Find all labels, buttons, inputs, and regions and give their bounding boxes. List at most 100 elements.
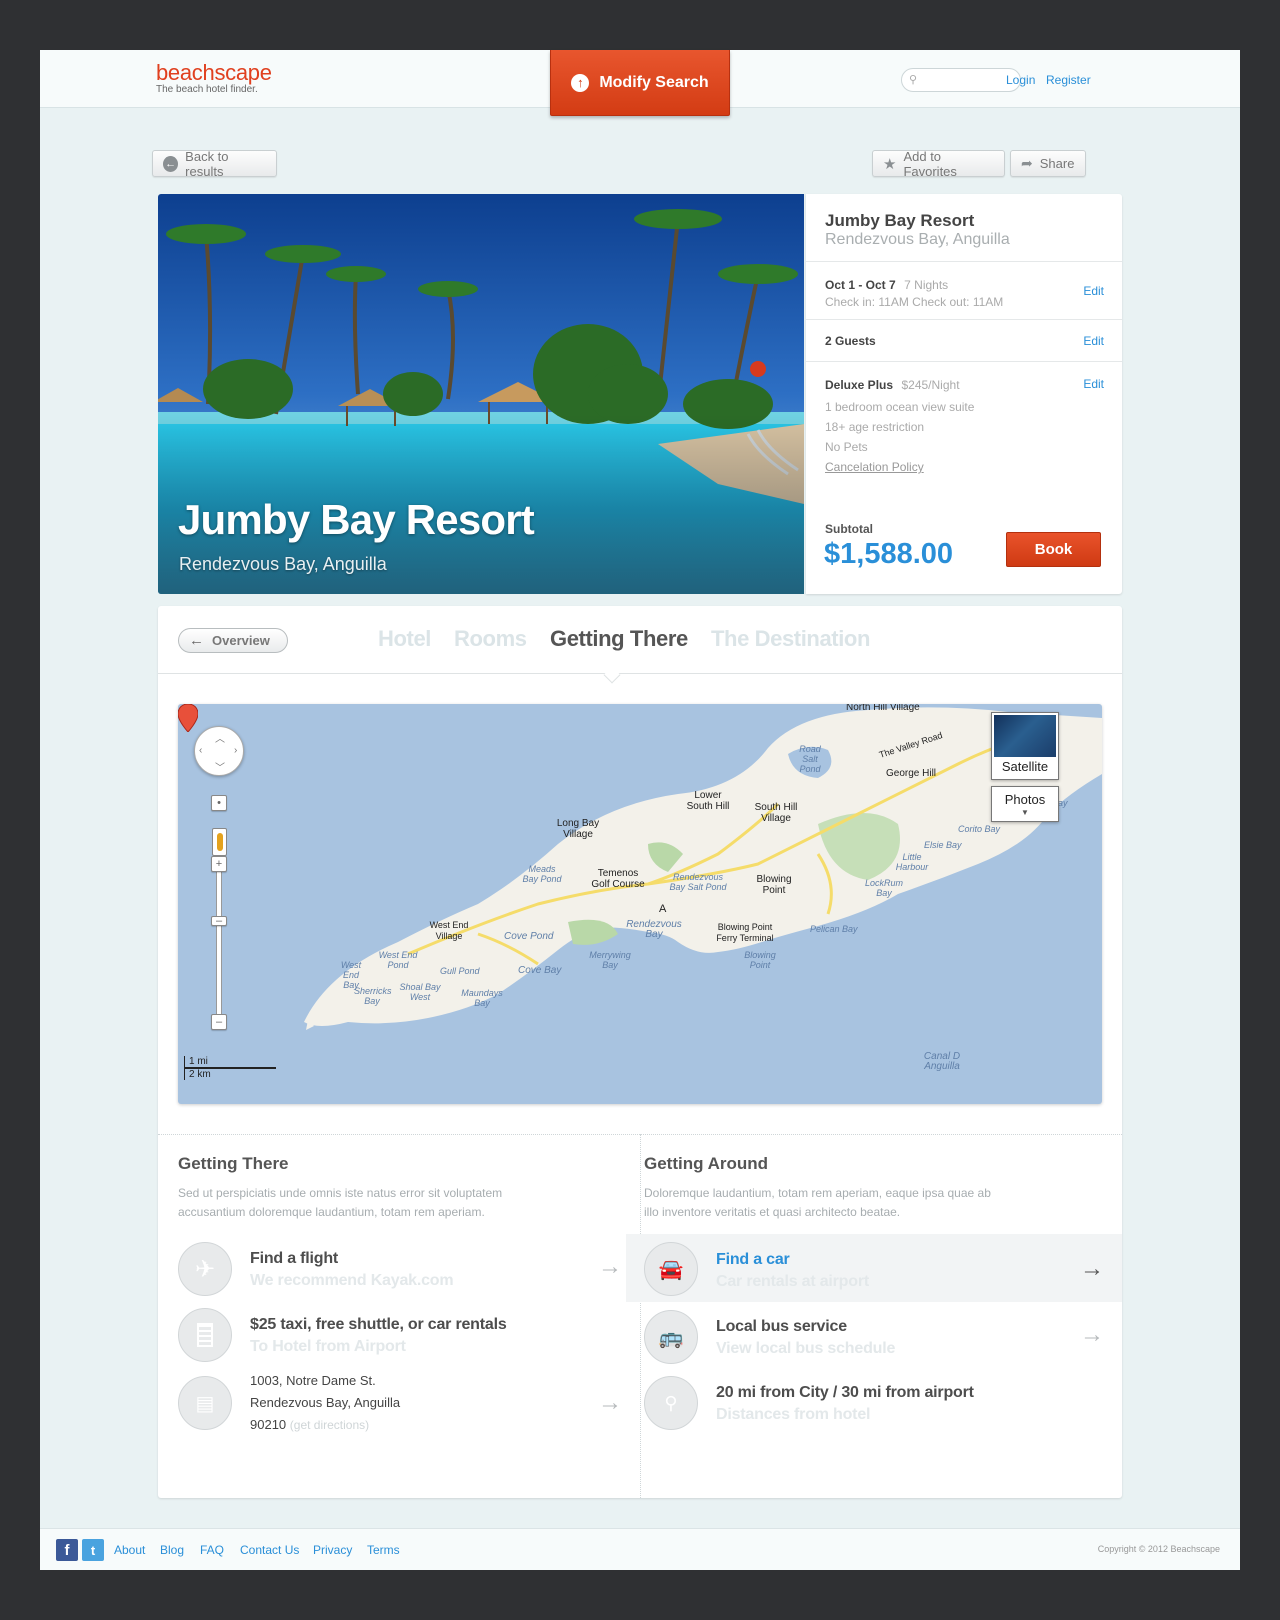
add-to-favorites-button[interactable]: ★ Add to Favorites xyxy=(872,148,1005,179)
star-icon: ★ xyxy=(883,155,897,173)
getting-there-title: Getting There xyxy=(178,1154,289,1173)
location-map[interactable]: North Hill Village The Valley Road Georg… xyxy=(178,704,1102,1104)
search-input[interactable] xyxy=(922,73,1014,85)
map-pan-control[interactable]: ︿ ﹀ ‹ › xyxy=(194,726,244,776)
building-icon xyxy=(178,1308,232,1362)
map-label: Blowing Point xyxy=(756,874,792,896)
getting-there-desc: Sed ut perspiciatis unde omnis iste natu… xyxy=(178,1186,503,1219)
photos-toggle[interactable]: Photos ▼ xyxy=(991,786,1059,822)
logo-text[interactable]: beachscape xyxy=(156,60,272,86)
edit-guests-link[interactable]: Edit xyxy=(1083,334,1104,348)
distances-row[interactable]: ⚲ 20 mi from City / 30 mi from airport D… xyxy=(626,1370,1122,1434)
row-title: Find a car xyxy=(716,1251,790,1268)
zoom-slider-track[interactable] xyxy=(216,864,222,1024)
map-center-button[interactable]: • xyxy=(211,795,227,811)
stay-nights: 7 Nights xyxy=(904,278,949,292)
back-label: Back to results xyxy=(185,148,229,179)
map-water-label: Sherricks Bay xyxy=(354,986,392,1006)
tab-hotel[interactable]: Hotel xyxy=(378,626,431,652)
footer-link-blog[interactable]: Blog xyxy=(160,1543,184,1557)
back-to-results-button[interactable]: ← Back to results xyxy=(152,148,277,179)
zoom-out-button[interactable]: – xyxy=(211,1014,227,1030)
footer-link-terms[interactable]: Terms xyxy=(367,1543,400,1557)
street-view-pegman-icon[interactable] xyxy=(212,828,227,856)
copyright-text: Copyright © 2012 Beachscape xyxy=(1097,1544,1220,1554)
map-water-label: Corito Bay xyxy=(958,824,1001,834)
map-label: Blowing Point Ferry Terminal xyxy=(716,922,774,943)
find-car-row[interactable]: 🚘 Find a car Car rentals at airport → xyxy=(626,1234,1122,1302)
arrow-right-icon[interactable]: → xyxy=(598,1255,622,1279)
map-water-label: Gull Pond xyxy=(440,966,480,976)
hero-title: Jumby Bay Resort xyxy=(178,496,535,543)
logo-tagline: The beach hotel finder. xyxy=(156,84,258,95)
facebook-icon[interactable]: f xyxy=(56,1539,78,1561)
row-subtitle: View local bus schedule xyxy=(716,1340,896,1357)
map-water-label: Elsie Bay xyxy=(924,840,962,850)
footer-link-privacy[interactable]: Privacy xyxy=(313,1543,352,1557)
subtotal-price: $1,588.00 xyxy=(824,538,954,570)
edit-room-link[interactable]: Edit xyxy=(1083,377,1104,391)
pan-left-icon[interactable]: ‹ xyxy=(199,745,202,756)
getting-around-title: Getting Around xyxy=(644,1154,769,1173)
distance-pins-icon: ⚲ xyxy=(644,1376,698,1430)
photos-label: Photos xyxy=(1004,792,1046,807)
pan-up-icon[interactable]: ︿ xyxy=(215,730,225,745)
map-water-label: Cove Pond xyxy=(504,931,554,942)
row-subtitle: Car rentals at airport xyxy=(716,1273,869,1290)
address-line: Rendezvous Bay, Anguilla xyxy=(250,1395,401,1410)
bus-icon: 🚌 xyxy=(644,1310,698,1364)
map-label: West End Village xyxy=(429,920,469,941)
arrow-right-icon[interactable]: → xyxy=(1080,1323,1104,1347)
hotel-hero-image: Jumby Bay Resort Rendezvous Bay, Anguill… xyxy=(158,194,804,594)
get-directions-link[interactable]: (get directions) xyxy=(290,1418,369,1432)
tab-bar: ← Overview Hotel Rooms Getting There The… xyxy=(158,606,1122,684)
overview-button[interactable]: ← Overview xyxy=(178,628,288,653)
logo[interactable]: beachscape The beach hotel finder. xyxy=(156,60,272,95)
arrow-right-icon[interactable]: → xyxy=(1080,1257,1104,1281)
scale-mi: 1 mi xyxy=(184,1056,276,1067)
map-marker-icon[interactable] xyxy=(178,704,198,732)
register-link[interactable]: Register xyxy=(1046,73,1091,87)
footer-link-contact[interactable]: Contact Us xyxy=(240,1543,299,1557)
satellite-thumbnail xyxy=(994,715,1056,757)
zoom-in-button[interactable]: + xyxy=(211,856,227,872)
map-water-label: Pelican Bay xyxy=(810,924,858,934)
favorites-label: Add to Favorites xyxy=(903,148,957,179)
find-flight-row[interactable]: ✈ Find a flight We recommend Kayak.com → xyxy=(158,1236,640,1300)
footer-link-about[interactable]: About xyxy=(114,1543,145,1557)
cancelation-policy-link[interactable]: Cancelation Policy xyxy=(825,460,974,474)
book-button[interactable]: Book xyxy=(1006,532,1101,567)
footer-link-faq[interactable]: FAQ xyxy=(200,1543,224,1557)
share-label: Share xyxy=(1039,156,1075,171)
pan-down-icon[interactable]: ﹀ xyxy=(215,759,225,774)
car-icon: 🚘 xyxy=(644,1242,698,1296)
island-map xyxy=(304,707,1102,1030)
row-subtitle: Distances from hotel xyxy=(716,1406,871,1423)
zoom-slider-handle[interactable]: – xyxy=(211,915,227,927)
twitter-icon[interactable]: t xyxy=(82,1539,104,1561)
arrow-right-icon[interactable]: → xyxy=(598,1391,622,1415)
edit-dates-link[interactable]: Edit xyxy=(1083,284,1104,298)
back-arrow-icon: ← xyxy=(163,155,179,172)
search-box[interactable]: ⚲ xyxy=(901,68,1021,92)
tab-rooms[interactable]: Rooms xyxy=(454,626,527,652)
satellite-toggle[interactable]: Satellite xyxy=(991,712,1059,780)
address-row[interactable]: ▤ 1003, Notre Dame St. Rendezvous Bay, A… xyxy=(158,1370,640,1440)
map-water-label: Maundays Bay xyxy=(461,988,503,1008)
share-button[interactable]: ➦ Share xyxy=(1010,150,1086,177)
bus-row[interactable]: 🚌 Local bus service View local bus sched… xyxy=(626,1304,1122,1368)
map-water-label: Road Salt Pond xyxy=(799,744,821,774)
map-label: South Hill Village xyxy=(754,802,798,824)
modify-search-button[interactable]: ↑ Modify Search xyxy=(550,50,730,116)
taxi-row[interactable]: $25 taxi, free shuttle, or car rentals T… xyxy=(158,1302,640,1366)
pan-right-icon[interactable]: › xyxy=(234,745,237,756)
tab-getting-there[interactable]: Getting There xyxy=(550,626,688,652)
login-link[interactable]: Login xyxy=(1006,73,1035,87)
tab-the-destination[interactable]: The Destination xyxy=(711,626,870,652)
map-label: Lower South Hill xyxy=(686,790,730,812)
map-water-label: West End Pond xyxy=(378,950,418,970)
active-tab-pointer xyxy=(603,666,621,684)
hotel-summary: Jumby Bay Resort Rendezvous Bay, Anguill… xyxy=(806,194,1122,262)
map-water-label: Blowing Point xyxy=(744,950,776,970)
map-water-label: Meads Bay Pond xyxy=(522,864,562,884)
